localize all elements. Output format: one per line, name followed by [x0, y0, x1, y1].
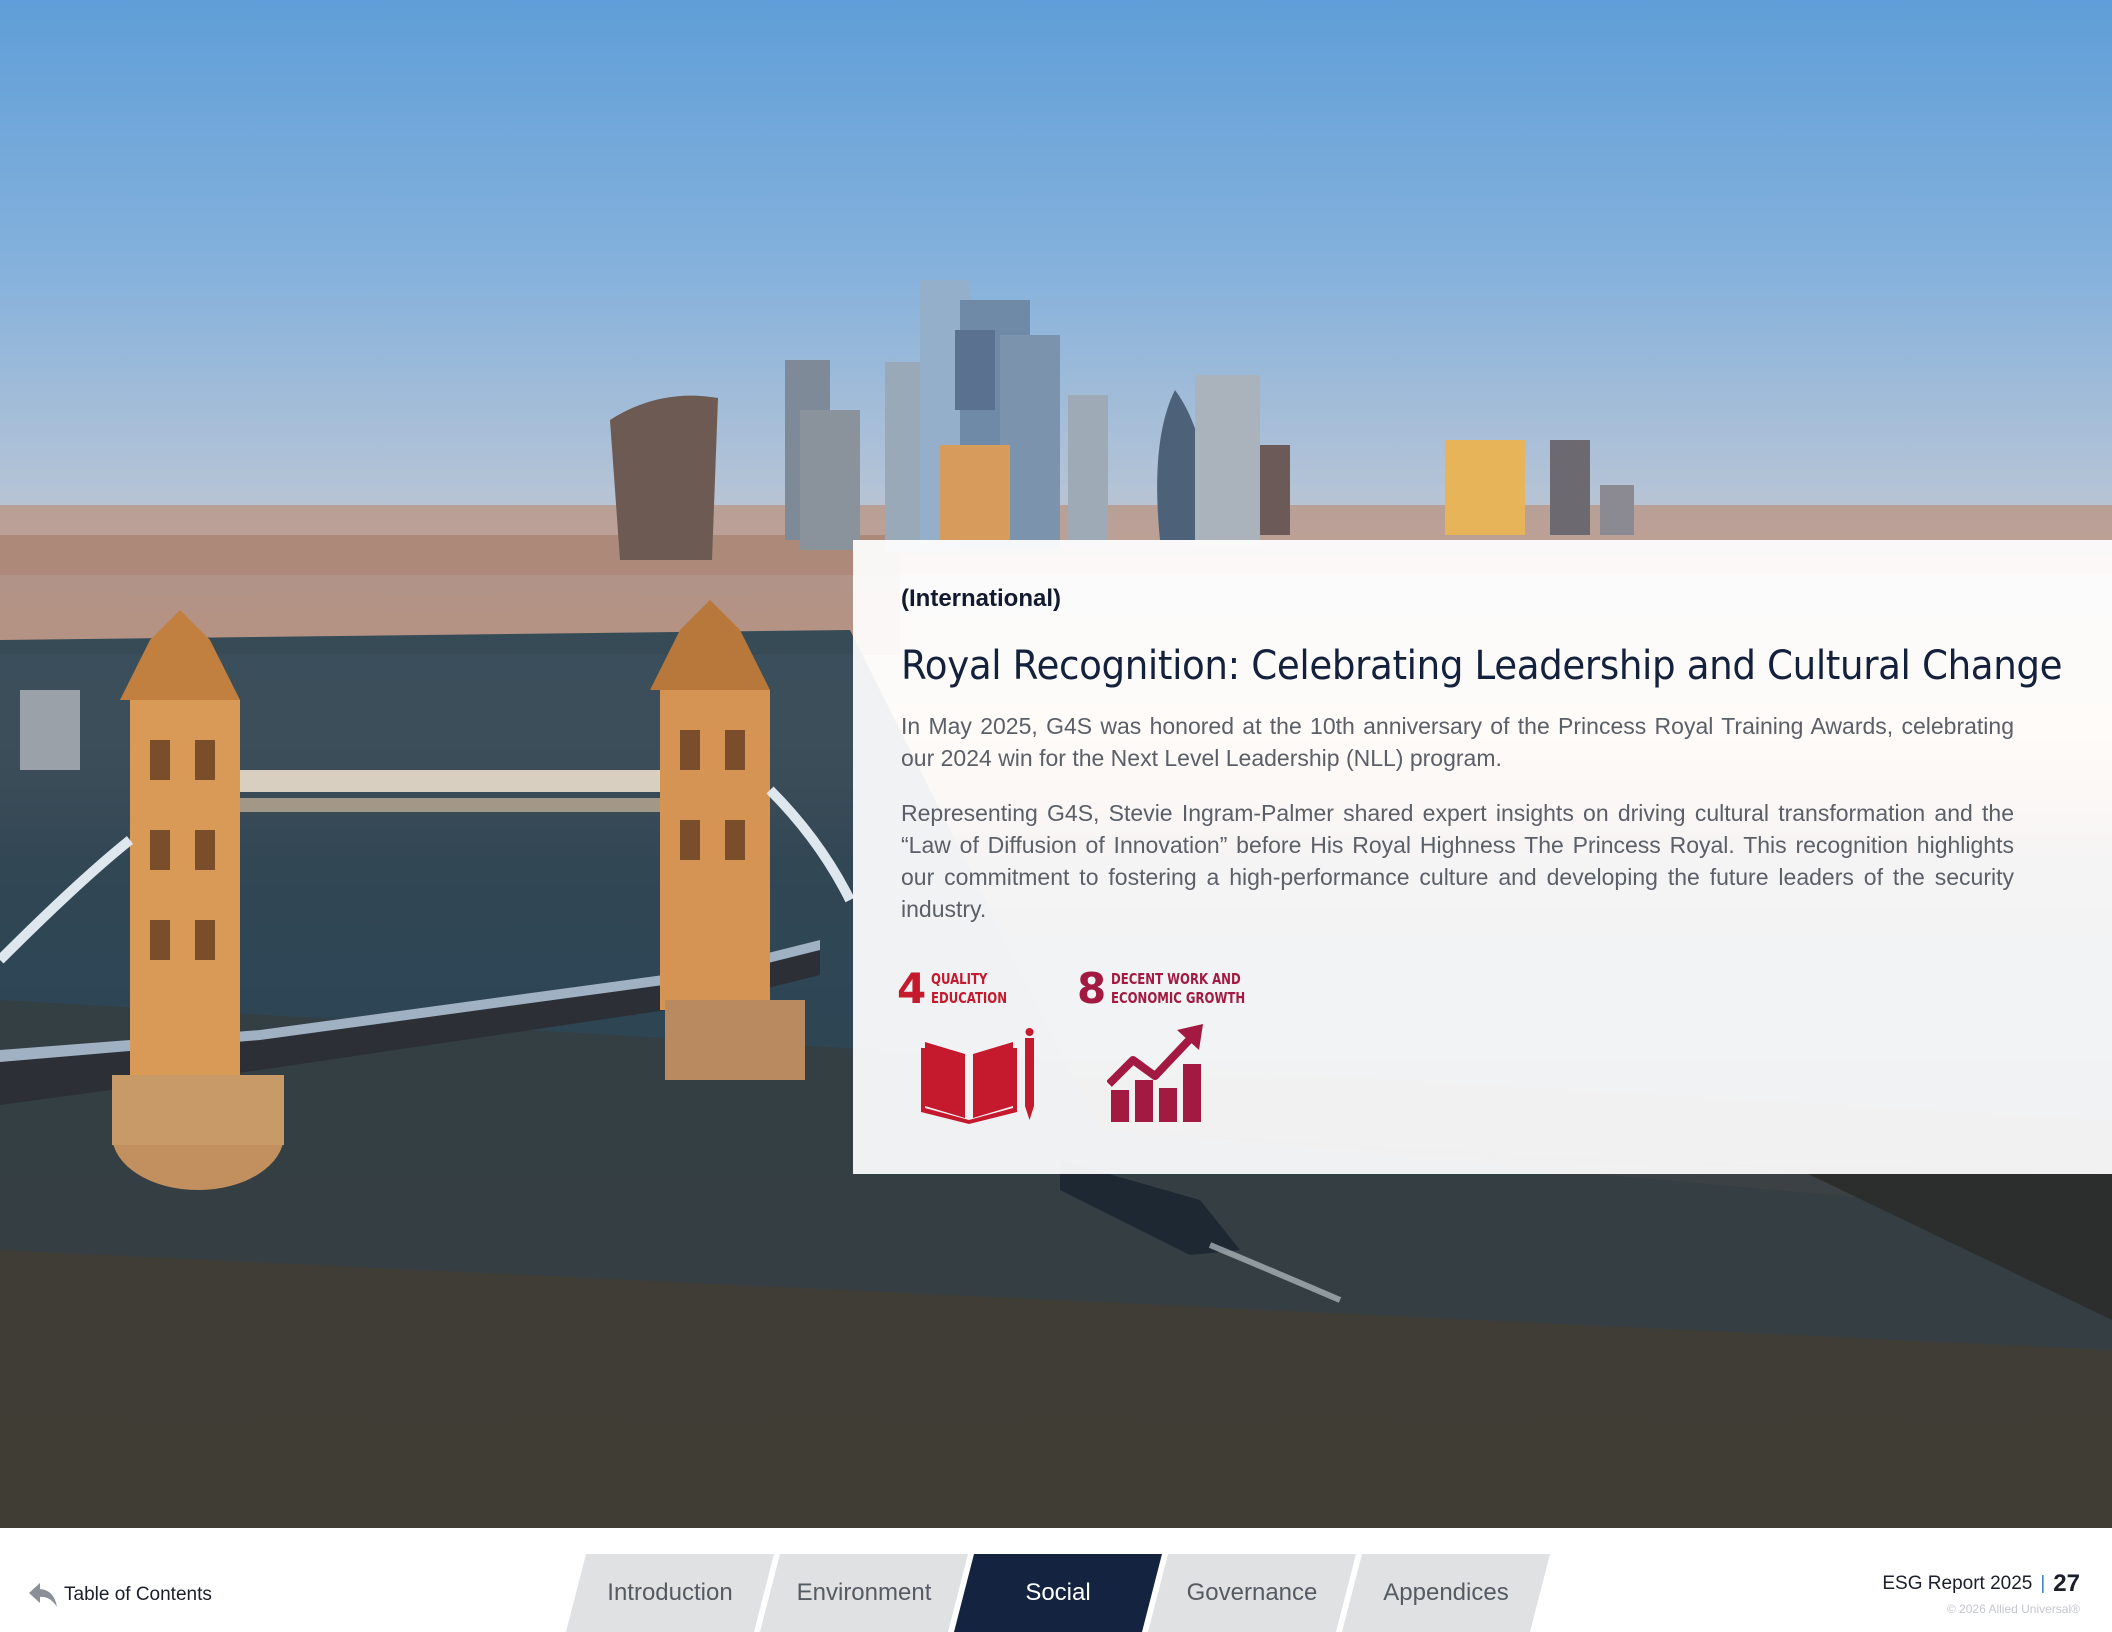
article-panel: (International) Royal Recognition: Celeb… [853, 540, 2112, 1174]
sdg-badge-4: 4 Quality Education [897, 964, 1077, 1134]
table-of-contents-link[interactable]: Table of Contents [28, 1580, 212, 1610]
sdg-number: 4 [897, 964, 927, 1013]
article-paragraph-2: Representing G4S, Stevie Ingram-Palmer s… [901, 800, 2014, 922]
tab-introduction[interactable]: Introduction [566, 1554, 774, 1632]
tab-environment[interactable]: Environment [760, 1554, 968, 1632]
sdg-label-line2: Economic Growth [1111, 989, 1246, 1007]
sdg-badge-8: 8 Decent Work and Economic Growth [1077, 964, 1257, 1134]
sdg-label-line1: Decent Work and [1111, 970, 1241, 988]
tab-governance[interactable]: Governance [1148, 1554, 1356, 1632]
copyright-notice: © 2026 Allied Universal® [1946, 1602, 2080, 1616]
table-of-contents-label: Table of Contents [64, 1584, 212, 1605]
sdg-label-line1: Quality [931, 970, 988, 988]
article-paragraph-1: In May 2025, G4S was honored at the 10th… [901, 713, 2014, 771]
article-title: Royal Recognition: Celebrating Leadershi… [901, 643, 2063, 689]
back-arrow-icon [29, 1583, 57, 1607]
sdg-label-line2: Education [931, 989, 1008, 1007]
sdg-badges: 4 Quality Education 8 Decent Work and Ec… [897, 964, 1297, 1144]
region-label: (International) [901, 585, 1061, 612]
sdg-number: 8 [1077, 964, 1107, 1013]
tab-appendices[interactable]: Appendices [1342, 1554, 1550, 1632]
growth-chart-icon [1107, 1024, 1203, 1122]
report-info: ESG Report 2025 | 27 [1882, 1570, 2080, 1598]
sdg-label: Decent Work and Economic Growth [1111, 970, 1245, 1008]
report-separator: | [2040, 1573, 2046, 1594]
report-title: ESG Report 2025 [1882, 1573, 2033, 1594]
footer-bar: Table of Contents Introduction Environme… [0, 1528, 2112, 1632]
sdg-label: Quality Education [931, 970, 1007, 1008]
book-pencil-icon [921, 1028, 1034, 1124]
section-tabs: Introduction Environment Social Governan… [566, 1554, 1550, 1632]
page-number: 27 [2053, 1570, 2080, 1597]
tab-social[interactable]: Social [954, 1554, 1162, 1632]
